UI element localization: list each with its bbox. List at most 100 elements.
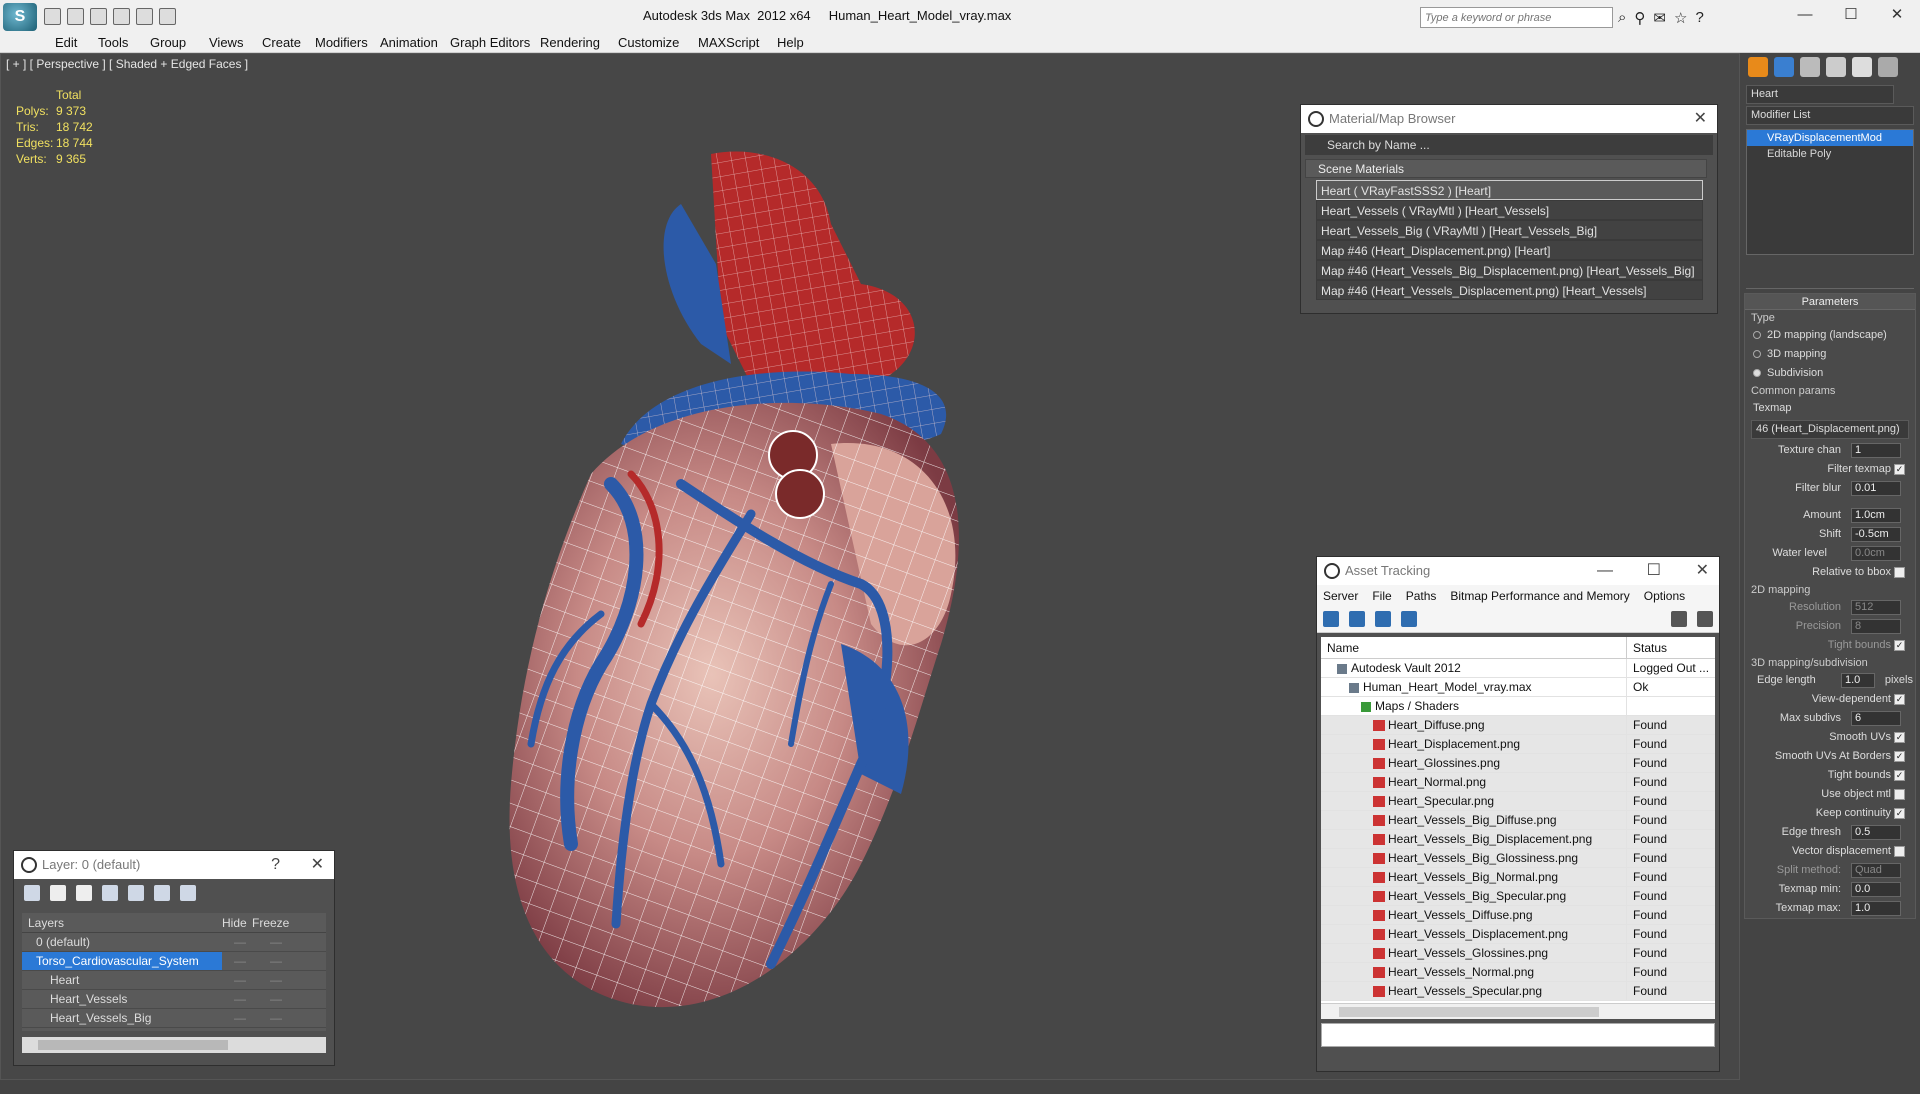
material-browser-titlebar[interactable]: Material/Map Browser ✕ <box>1301 105 1717 133</box>
material-item[interactable]: Heart_Vessels_Big ( VRayMtl ) [Heart_Ves… <box>1316 220 1703 240</box>
relative-bbox-checkbox[interactable] <box>1894 567 1905 578</box>
layer-freeze-toggle[interactable]: — <box>258 933 294 951</box>
parameters-rollout-header[interactable]: Parameters <box>1745 294 1915 310</box>
stack-item-vray-displacement[interactable]: VRayDisplacementMod <box>1747 130 1913 146</box>
material-item[interactable]: Heart_Vessels ( VRayMtl ) [Heart_Vessels… <box>1316 200 1703 220</box>
layer-hide-toggle[interactable]: — <box>222 952 258 970</box>
asset-row[interactable]: Heart_Displacement.png Found <box>1321 735 1715 754</box>
close-icon[interactable]: ✕ <box>1694 105 1707 133</box>
amount-spinner[interactable]: 1.0cm <box>1851 508 1901 523</box>
layer-hide-toggle[interactable]: — <box>222 1009 258 1027</box>
display-tab-icon[interactable] <box>1852 57 1872 77</box>
asset-row[interactable]: Heart_Vessels_Glossines.png Found <box>1321 944 1715 963</box>
max-subdivs-spinner[interactable]: 6 <box>1851 711 1901 726</box>
column-hide[interactable]: Hide <box>222 913 252 932</box>
minimize-button[interactable]: — <box>1782 0 1828 30</box>
menu-customize[interactable]: Customize <box>618 35 679 50</box>
texture-chan-spinner[interactable]: 1 <box>1851 443 1901 458</box>
layer-hide-toggle[interactable]: — <box>222 933 258 951</box>
undo-icon[interactable] <box>113 8 130 25</box>
menu-help[interactable]: Help <box>777 35 804 50</box>
water-level-spinner[interactable]: 0.0cm <box>1851 546 1901 561</box>
list-view-icon[interactable] <box>1349 611 1365 627</box>
menu-modifiers[interactable]: Modifiers <box>315 35 368 50</box>
menu-views[interactable]: Views <box>209 35 243 50</box>
keep-continuity-checkbox[interactable]: ✓ <box>1894 808 1905 819</box>
layer-freeze-toggle[interactable]: — <box>258 952 294 970</box>
open-file-icon[interactable] <box>67 8 84 25</box>
texmap-button[interactable]: 46 (Heart_Displacement.png) <box>1751 420 1909 439</box>
menu-animation[interactable]: Animation <box>380 35 438 50</box>
layer-scrollbar[interactable] <box>22 1037 326 1053</box>
material-item[interactable]: Map #46 (Heart_Displacement.png) [Heart] <box>1316 240 1703 260</box>
column-freeze[interactable]: Freeze <box>252 913 289 932</box>
asset-row[interactable]: Heart_Vessels_Big_Glossiness.png Found <box>1321 849 1715 868</box>
binoculars-icon[interactable]: ⌕ <box>1618 9 1626 27</box>
asset-row[interactable]: Heart_Vessels_Specular.png Found <box>1321 982 1715 1001</box>
modify-tab-icon[interactable] <box>1774 57 1794 77</box>
close-button[interactable]: ✕ <box>1874 0 1920 30</box>
type-2d-mapping-option[interactable]: 2D mapping (landscape) <box>1745 326 1915 345</box>
select-in-layer-icon[interactable] <box>102 885 118 901</box>
asset-row[interactable]: Heart_Vessels_Diffuse.png Found <box>1321 906 1715 925</box>
menu-edit[interactable]: Edit <box>55 35 77 50</box>
asset-row[interactable]: Maps / Shaders <box>1321 697 1715 716</box>
subscription-icon[interactable]: ⚲ <box>1634 9 1645 27</box>
hide-all-layers-icon[interactable] <box>154 885 170 901</box>
split-method-dropdown[interactable]: Quad <box>1851 863 1901 878</box>
layer-hide-toggle[interactable]: — <box>222 990 258 1008</box>
precision-spinner[interactable]: 8 <box>1851 619 1901 634</box>
menu-create[interactable]: Create <box>262 35 301 50</box>
layer-freeze-toggle[interactable]: — <box>258 971 294 989</box>
help-button[interactable]: ? <box>271 851 280 879</box>
communication-icon[interactable]: ✉ <box>1653 9 1666 27</box>
asset-row[interactable]: Heart_Vessels_Displacement.png Found <box>1321 925 1715 944</box>
minimize-icon[interactable]: — <box>1597 557 1613 585</box>
create-layer-icon[interactable] <box>24 885 40 901</box>
asset-tracking-titlebar[interactable]: Asset Tracking ✕ ☐ — <box>1317 557 1719 585</box>
utilities-tab-icon[interactable] <box>1878 57 1898 77</box>
layer-row[interactable]: Heart_Vessels — — <box>22 990 326 1009</box>
asset-row[interactable]: Heart_Diffuse.png Found <box>1321 716 1715 735</box>
search-input[interactable] <box>1421 11 1612 24</box>
layer-hide-toggle[interactable]: — <box>222 971 258 989</box>
delete-layer-icon[interactable] <box>50 885 66 901</box>
type-subdivision-option[interactable]: Subdivision <box>1745 364 1915 383</box>
tree-view-icon[interactable] <box>1375 611 1391 627</box>
maximize-icon[interactable]: ☐ <box>1647 557 1661 585</box>
tight-bounds-2d-checkbox[interactable]: ✓ <box>1894 640 1905 651</box>
column-layers[interactable]: Layers <box>22 913 222 932</box>
texmap-max-spinner[interactable]: 1.0 <box>1851 901 1901 916</box>
column-status[interactable]: Status <box>1627 637 1667 658</box>
filter-blur-spinner[interactable]: 0.01 <box>1851 481 1901 496</box>
maximize-button[interactable]: ☐ <box>1828 0 1874 30</box>
use-object-mtl-checkbox[interactable] <box>1894 789 1905 800</box>
asset-row[interactable]: Heart_Specular.png Found <box>1321 792 1715 811</box>
asset-row[interactable]: Human_Heart_Model_vray.max Ok <box>1321 678 1715 697</box>
help-icon[interactable]: ? <box>1695 9 1703 27</box>
smooth-uvs-borders-checkbox[interactable]: ✓ <box>1894 751 1905 762</box>
menu-options[interactable]: Options <box>1644 585 1685 607</box>
object-name-field[interactable]: Heart <box>1746 85 1894 104</box>
app-logo-icon[interactable]: S <box>3 3 37 31</box>
texmap-min-spinner[interactable]: 0.0 <box>1851 882 1901 897</box>
edge-length-spinner[interactable]: 1.0 <box>1841 673 1875 688</box>
hierarchy-tab-icon[interactable] <box>1800 57 1820 77</box>
new-file-icon[interactable] <box>44 8 61 25</box>
scene-materials-header[interactable]: Scene Materials <box>1305 159 1707 178</box>
table-view-icon[interactable] <box>1401 611 1417 627</box>
menu-bitmap-performance[interactable]: Bitmap Performance and Memory <box>1450 585 1629 607</box>
menu-group[interactable]: Group <box>150 35 186 50</box>
modifier-list-dropdown[interactable]: Modifier List <box>1746 106 1914 125</box>
menu-paths[interactable]: Paths <box>1406 585 1437 607</box>
settings-icon[interactable] <box>1697 611 1713 627</box>
viewport-label[interactable]: [ + ] [ Perspective ] [ Shaded + Edged F… <box>6 57 248 71</box>
asset-row[interactable]: Autodesk Vault 2012 Logged Out ... <box>1321 659 1715 678</box>
asset-row[interactable]: Heart_Glossines.png Found <box>1321 754 1715 773</box>
menu-maxscript[interactable]: MAXScript <box>698 35 759 50</box>
layer-freeze-toggle[interactable]: — <box>258 1009 294 1027</box>
layer-row[interactable]: Heart_Vessels_Big — — <box>22 1009 326 1028</box>
layer-row[interactable]: Heart — — <box>22 971 326 990</box>
asset-row[interactable]: Heart_Vessels_Big_Diffuse.png Found <box>1321 811 1715 830</box>
project-folder-icon[interactable] <box>159 8 176 25</box>
